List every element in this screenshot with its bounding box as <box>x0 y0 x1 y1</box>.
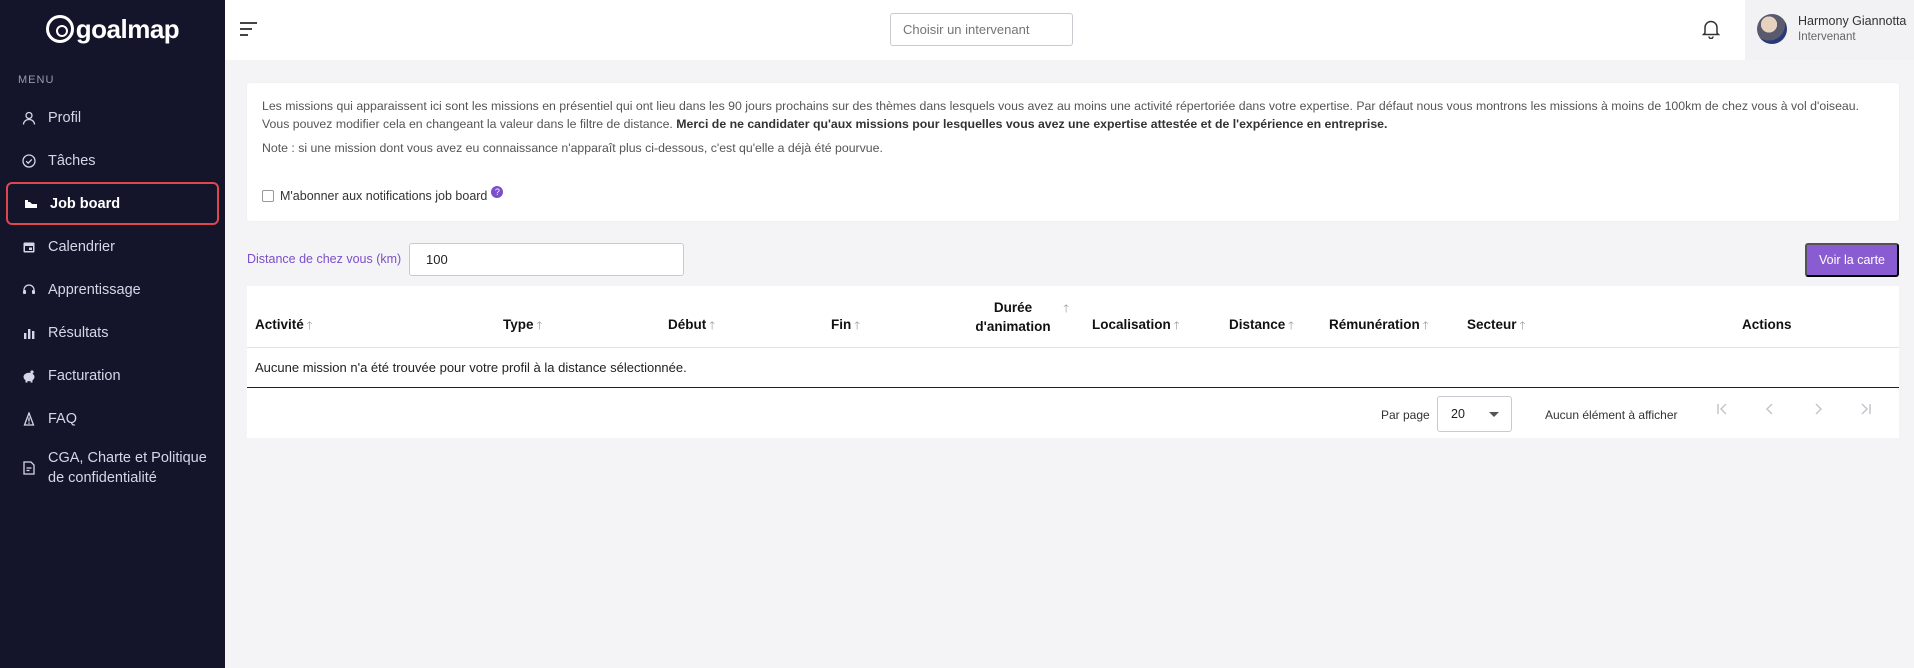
bar-chart-icon <box>22 326 36 340</box>
document-edit-icon <box>22 461 36 475</box>
sidebar-item-calendrier[interactable]: Calendrier <box>0 225 225 268</box>
distance-label: Distance de chez vous (km) <box>247 252 402 266</box>
column-type[interactable]: Type 🡑 <box>503 317 542 336</box>
sort-arrow-icon[interactable]: 🡑 <box>1520 320 1526 332</box>
sidebar-item-label: Profil <box>48 109 82 126</box>
briefcase-icon <box>24 197 38 211</box>
avatar <box>1757 14 1787 44</box>
sidebar-item-label: Job board <box>50 195 121 212</box>
subscribe-notifications[interactable]: M'abonner aux notifications job board ? <box>262 186 504 205</box>
sort-arrow-icon[interactable]: 🡑 <box>1174 320 1180 332</box>
pagination-status: Aucun élément à afficher <box>1545 408 1678 422</box>
table-divider <box>247 387 1899 388</box>
per-page-label: Par page <box>1381 408 1430 422</box>
brand-logo[interactable]: goalmap <box>0 0 225 58</box>
sidebar-item-label: Facturation <box>48 367 121 384</box>
per-page-value: 20 <box>1451 407 1465 421</box>
intervenant-picker[interactable] <box>890 13 1073 46</box>
column-actions: Actions <box>1742 317 1792 332</box>
sidebar-item-label: Apprentissage <box>48 281 141 298</box>
learning-icon <box>22 283 36 297</box>
sort-arrow-icon[interactable]: 🡑 <box>537 320 543 332</box>
hamburger-menu-icon[interactable] <box>240 22 257 40</box>
caret-down-icon <box>1489 412 1499 417</box>
help-icon[interactable]: ? <box>491 186 504 198</box>
calendar-icon <box>22 240 36 254</box>
user-icon <box>22 111 36 125</box>
sidebar-item-resultats[interactable]: Résultats <box>0 311 225 354</box>
per-page-select[interactable]: 20 <box>1437 396 1512 432</box>
last-page-icon[interactable] <box>1856 402 1876 422</box>
next-page-icon[interactable] <box>1808 402 1828 422</box>
distance-input[interactable] <box>409 243 684 276</box>
sidebar-item-label: Tâches <box>48 152 96 169</box>
column-secteur[interactable]: Secteur 🡑 <box>1467 317 1525 336</box>
sort-arrow-icon[interactable]: 🡑 <box>854 320 860 332</box>
sidebar-item-profil[interactable]: Profil <box>0 96 225 139</box>
column-distance[interactable]: Distance 🡑 <box>1229 317 1294 336</box>
check-circle-icon <box>22 153 36 168</box>
column-debut[interactable]: Début 🡑 <box>668 317 715 336</box>
sidebar-item-job-board[interactable]: Job board <box>6 182 219 225</box>
column-localisation[interactable]: Localisation 🡑 <box>1092 317 1180 336</box>
empty-message: Aucune mission n'a été trouvée pour votr… <box>255 360 687 375</box>
column-duree[interactable]: Durée d'animation 🡑 <box>971 298 1069 336</box>
user-name: Harmony Giannotta <box>1798 14 1907 28</box>
sidebar-item-label: CGA, Charte et Politique de confidential… <box>48 450 207 486</box>
sidebar-item-label: Calendrier <box>48 238 115 255</box>
info-text-bold: Merci de ne candidater qu'aux missions p… <box>676 117 1388 131</box>
column-remuneration[interactable]: Rémunération 🡑 <box>1329 317 1429 336</box>
menu-title: MENU <box>18 74 55 86</box>
column-activite[interactable]: Activité 🡑 <box>255 317 313 336</box>
user-role: Intervenant <box>1798 31 1856 43</box>
sidebar-item-facturation[interactable]: Facturation <box>0 354 225 397</box>
sort-arrow-icon[interactable]: 🡑 <box>307 320 313 332</box>
sidebar-item-label: Résultats <box>48 324 109 341</box>
piggy-bank-icon <box>22 369 36 383</box>
sort-arrow-icon[interactable]: 🡑 <box>1288 320 1294 332</box>
column-fin[interactable]: Fin 🡑 <box>831 317 860 336</box>
sidebar-item-apprentissage[interactable]: Apprentissage <box>0 268 225 311</box>
first-page-icon[interactable] <box>1712 402 1732 422</box>
subscribe-checkbox[interactable] <box>262 190 274 202</box>
sort-arrow-icon[interactable]: 🡑 <box>1063 300 1069 319</box>
faq-icon <box>22 411 36 426</box>
brand-name: goalmap <box>75 13 180 44</box>
subscribe-label: M'abonner aux notifications job board <box>280 189 488 203</box>
info-note: Note : si une mission dont vous avez eu … <box>262 141 883 155</box>
sort-arrow-icon[interactable]: 🡑 <box>1423 320 1429 332</box>
user-menu[interactable]: Harmony Giannotta Intervenant <box>1745 0 1914 60</box>
info-card: Les missions qui apparaissent ici sont l… <box>247 83 1899 221</box>
missions-table: Activité 🡑 Type 🡑 Début 🡑 Fin 🡑 Durée d'anim… <box>247 286 1899 438</box>
info-paragraph: Les missions qui apparaissent ici sont l… <box>262 97 1884 133</box>
topbar: Harmony Giannotta Intervenant <box>225 0 1914 60</box>
sidebar: goalmap MENU Profil Tâches Job board Cal… <box>0 0 225 668</box>
sort-arrow-icon[interactable]: 🡑 <box>709 320 715 332</box>
previous-page-icon[interactable] <box>1760 402 1780 422</box>
sidebar-nav: Profil Tâches Job board Calendrier Appre… <box>0 96 225 496</box>
sidebar-item-cga[interactable]: CGA, Charte et Politique de confidential… <box>0 440 225 496</box>
table-header: Activité 🡑 Type 🡑 Début 🡑 Fin 🡑 Durée d'anim… <box>247 286 1899 348</box>
voir-la-carte-button[interactable]: Voir la carte <box>1805 243 1899 277</box>
bell-icon[interactable] <box>1701 19 1721 40</box>
goalmap-logo-icon <box>45 15 74 43</box>
sidebar-item-taches[interactable]: Tâches <box>0 139 225 182</box>
sidebar-item-label: FAQ <box>48 410 78 427</box>
sidebar-item-faq[interactable]: FAQ <box>0 397 225 440</box>
